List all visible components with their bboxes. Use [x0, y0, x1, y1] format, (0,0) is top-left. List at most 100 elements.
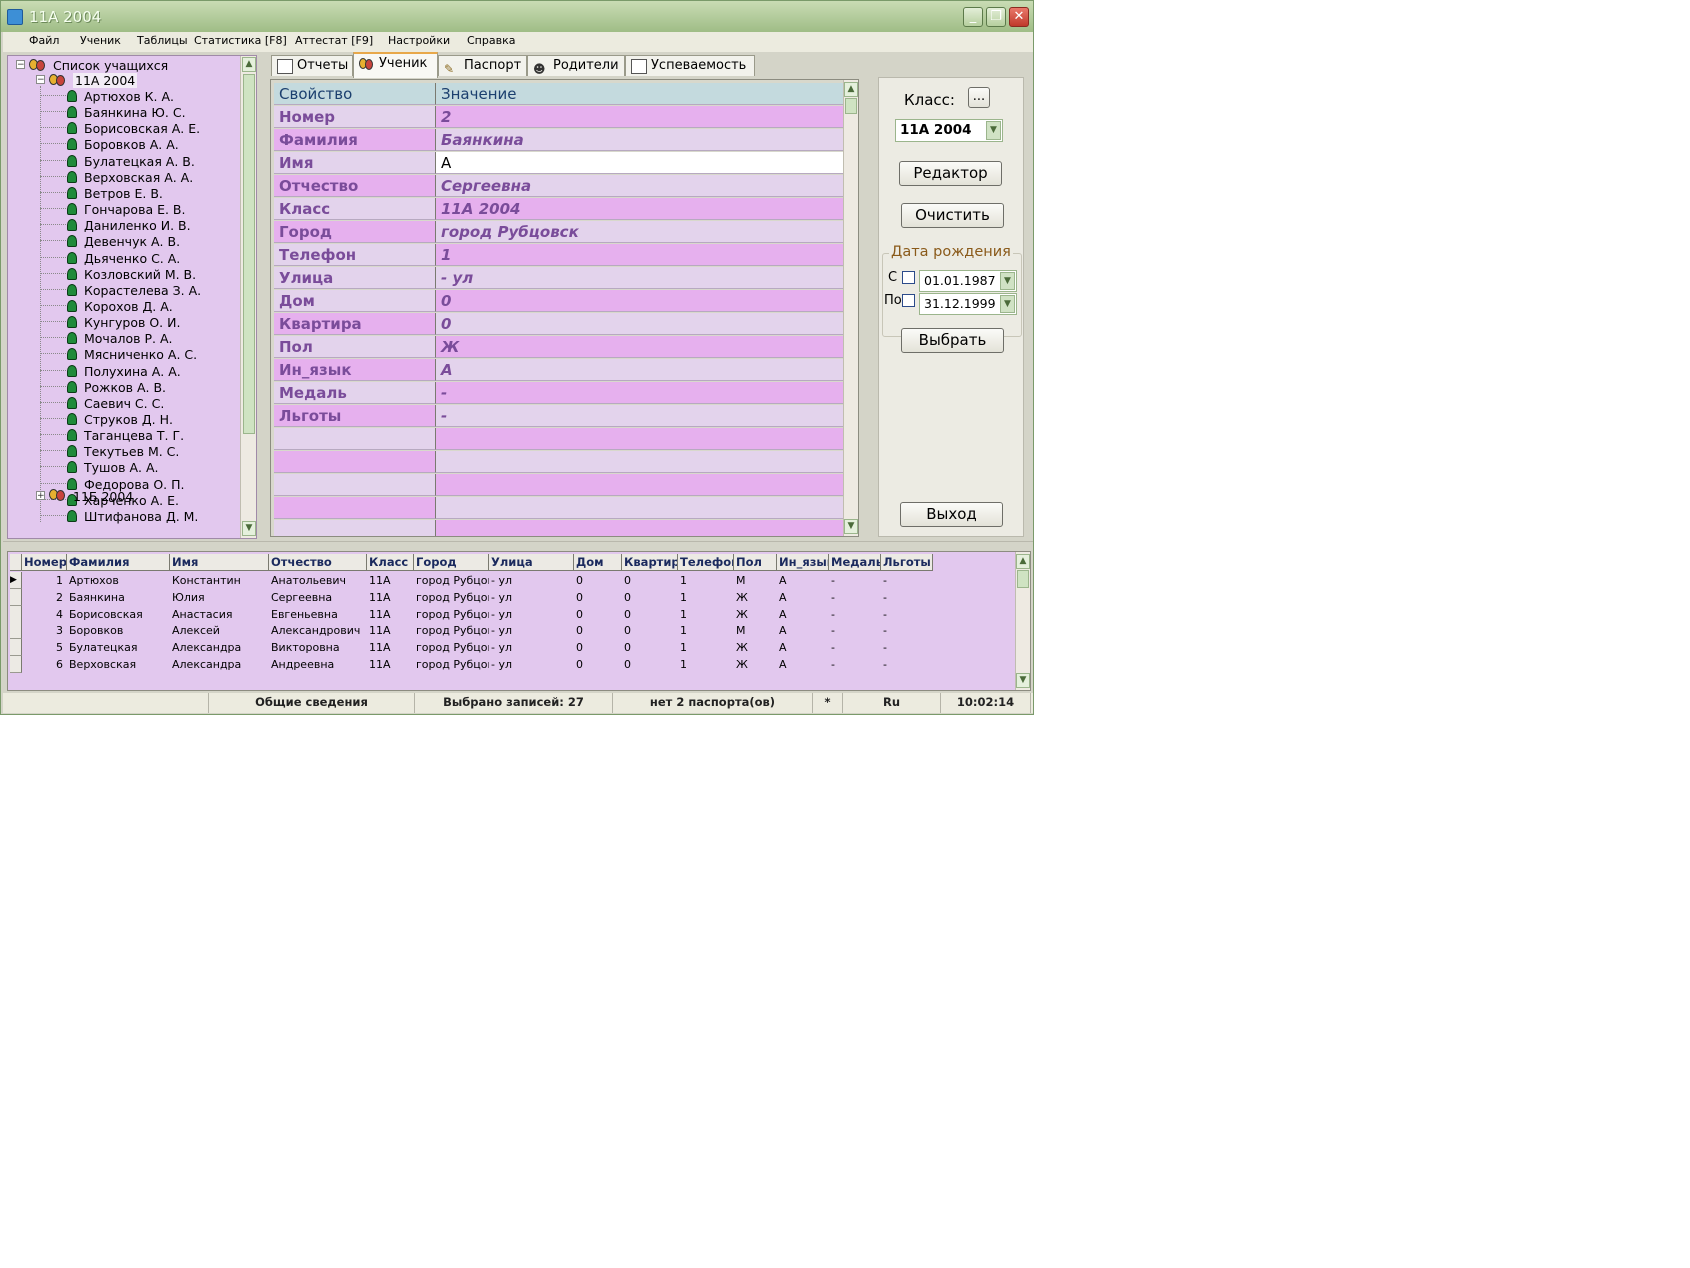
splitter[interactable] — [3, 541, 1033, 548]
row-indicator[interactable] — [10, 639, 22, 657]
tree-student[interactable]: Штифанова Д. М. — [84, 509, 198, 524]
property-row[interactable]: Дом 0 — [274, 290, 845, 313]
property-row[interactable] — [274, 520, 845, 536]
column-header[interactable]: Медаль — [829, 554, 881, 571]
tree-student[interactable]: Девенчук А. В. — [84, 234, 180, 249]
row-indicator[interactable] — [10, 588, 22, 606]
tree-student[interactable]: Баянкина Ю. С. — [84, 105, 186, 120]
tree-student[interactable]: Текутьев М. С. — [84, 444, 179, 459]
row-indicator[interactable] — [10, 605, 22, 623]
column-header[interactable]: Дом — [574, 554, 622, 571]
property-row[interactable]: Медаль - — [274, 382, 845, 405]
tree-student[interactable]: Мочалов Р. А. — [84, 331, 172, 346]
tab-reports[interactable]: Отчеты — [271, 55, 353, 76]
scroll-down-icon[interactable]: ▼ — [1016, 673, 1030, 688]
collapse-group-icon[interactable]: − — [36, 75, 45, 85]
property-value[interactable] — [436, 520, 845, 536]
property-value[interactable] — [436, 428, 845, 450]
tree-student[interactable]: Ветров Е. В. — [84, 186, 163, 201]
scroll-up-icon[interactable]: ▲ — [1016, 554, 1030, 569]
menu-file[interactable]: Файл — [29, 34, 59, 47]
property-value[interactable] — [436, 474, 845, 496]
chevron-down-icon[interactable]: ▼ — [1000, 295, 1015, 313]
column-header[interactable]: Телефон — [678, 554, 734, 571]
scroll-down-icon[interactable]: ▼ — [242, 521, 256, 536]
property-value[interactable] — [436, 497, 845, 519]
from-date-picker[interactable]: 01.01.1987 ▼ — [919, 270, 1017, 292]
menu-help[interactable]: Справка — [467, 34, 515, 47]
tree-student[interactable]: Саевич С. С. — [84, 396, 164, 411]
column-header[interactable]: Город — [414, 554, 489, 571]
grid-scrollbar[interactable]: ▲ ▼ — [843, 80, 858, 536]
current-row-icon[interactable]: ▶ — [10, 572, 22, 589]
property-row[interactable] — [274, 428, 845, 451]
scroll-thumb[interactable] — [243, 74, 255, 434]
expand-group-icon[interactable]: + — [36, 491, 45, 501]
scroll-thumb[interactable] — [845, 98, 857, 114]
property-row[interactable]: Город город Рубцовск — [274, 221, 845, 244]
tab-parents[interactable]: ☻ Родители — [527, 55, 625, 76]
menu-settings[interactable]: Настройки — [388, 34, 450, 47]
tree-student[interactable]: Кунгуров О. И. — [84, 315, 180, 330]
tree-student[interactable]: Полухина А. А. — [84, 364, 181, 379]
tab-student[interactable]: Ученик — [353, 52, 438, 78]
property-value[interactable]: 1 — [436, 244, 845, 266]
column-header[interactable]: Льготы — [881, 554, 933, 571]
property-row[interactable]: Пол Ж — [274, 336, 845, 359]
scroll-down-icon[interactable]: ▼ — [844, 519, 858, 534]
tree-student[interactable]: Булатецкая А. В. — [84, 154, 195, 169]
tree-student[interactable]: Струков Д. Н. — [84, 412, 173, 427]
property-value[interactable]: Сергеевна — [436, 175, 845, 197]
property-value[interactable]: 11А 2004 — [436, 198, 845, 220]
tree-student[interactable]: Даниленко И. В. — [84, 218, 191, 233]
tab-passport[interactable]: ✎ Паспорт — [438, 55, 527, 76]
chevron-down-icon[interactable]: ▼ — [986, 121, 1001, 140]
property-row[interactable]: Класс 11А 2004 — [274, 198, 845, 221]
property-value[interactable]: город Рубцовск — [436, 221, 845, 243]
tree-student[interactable]: Рожков А. В. — [84, 380, 166, 395]
tree-group-open[interactable]: 11А 2004 — [73, 73, 138, 88]
property-value[interactable]: 0 — [436, 313, 845, 335]
column-header[interactable]: Имя — [170, 554, 269, 571]
tree-student[interactable]: Борисовская А. Е. — [84, 121, 200, 136]
property-row[interactable]: Телефон 1 — [274, 244, 845, 267]
to-date-checkbox[interactable] — [902, 294, 915, 307]
exit-button[interactable]: Выход — [900, 502, 1003, 527]
property-row[interactable]: Номер 2 — [274, 106, 845, 129]
tree-student[interactable]: Корастелева З. А. — [84, 283, 201, 298]
scroll-up-icon[interactable]: ▲ — [242, 57, 256, 72]
to-date-picker[interactable]: 31.12.1999 ▼ — [919, 293, 1017, 315]
column-header[interactable]: Пол — [734, 554, 777, 571]
column-header[interactable]: Номер — [22, 554, 67, 571]
row-indicator[interactable] — [10, 656, 22, 673]
menu-certificate[interactable]: Аттестат [F9] — [295, 34, 373, 47]
table-scrollbar[interactable]: ▲ ▼ — [1015, 552, 1030, 690]
property-row[interactable] — [274, 451, 845, 474]
tree-student[interactable]: Тушов А. А. — [84, 460, 158, 475]
column-header[interactable]: Фамилия — [67, 554, 170, 571]
class-select[interactable]: 11А 2004 ▼ — [895, 119, 1003, 142]
tree-scrollbar[interactable]: ▲ ▼ — [240, 56, 256, 538]
editor-button[interactable]: Редактор — [899, 161, 1002, 186]
property-value[interactable]: Ж — [436, 336, 845, 358]
property-row[interactable] — [274, 474, 845, 497]
from-date-checkbox[interactable] — [902, 271, 915, 284]
property-row[interactable] — [274, 497, 845, 520]
select-button[interactable]: Выбрать — [901, 328, 1004, 353]
property-row[interactable]: Имя А — [274, 152, 845, 175]
scroll-up-icon[interactable]: ▲ — [844, 82, 858, 97]
property-value-editor[interactable]: А — [436, 152, 845, 174]
tree-student[interactable]: Козловский М. В. — [84, 267, 196, 282]
menu-tables[interactable]: Таблицы — [137, 34, 188, 47]
column-header[interactable]: Улица — [489, 554, 574, 571]
row-indicator[interactable] — [10, 622, 22, 640]
column-header[interactable]: Ин_язык — [777, 554, 829, 571]
tree-student[interactable]: Таганцева Т. Г. — [84, 428, 184, 443]
class-more-button[interactable]: ... — [968, 87, 990, 108]
tree-student[interactable]: Дьяченко С. А. — [84, 251, 180, 266]
property-value[interactable]: - — [436, 405, 845, 427]
tree-student[interactable]: Гончарова Е. В. — [84, 202, 185, 217]
property-value[interactable]: - — [436, 382, 845, 404]
title-bar[interactable]: 11А 2004 _ ❐ ✕ — [1, 1, 1033, 32]
scroll-thumb[interactable] — [1017, 570, 1029, 588]
